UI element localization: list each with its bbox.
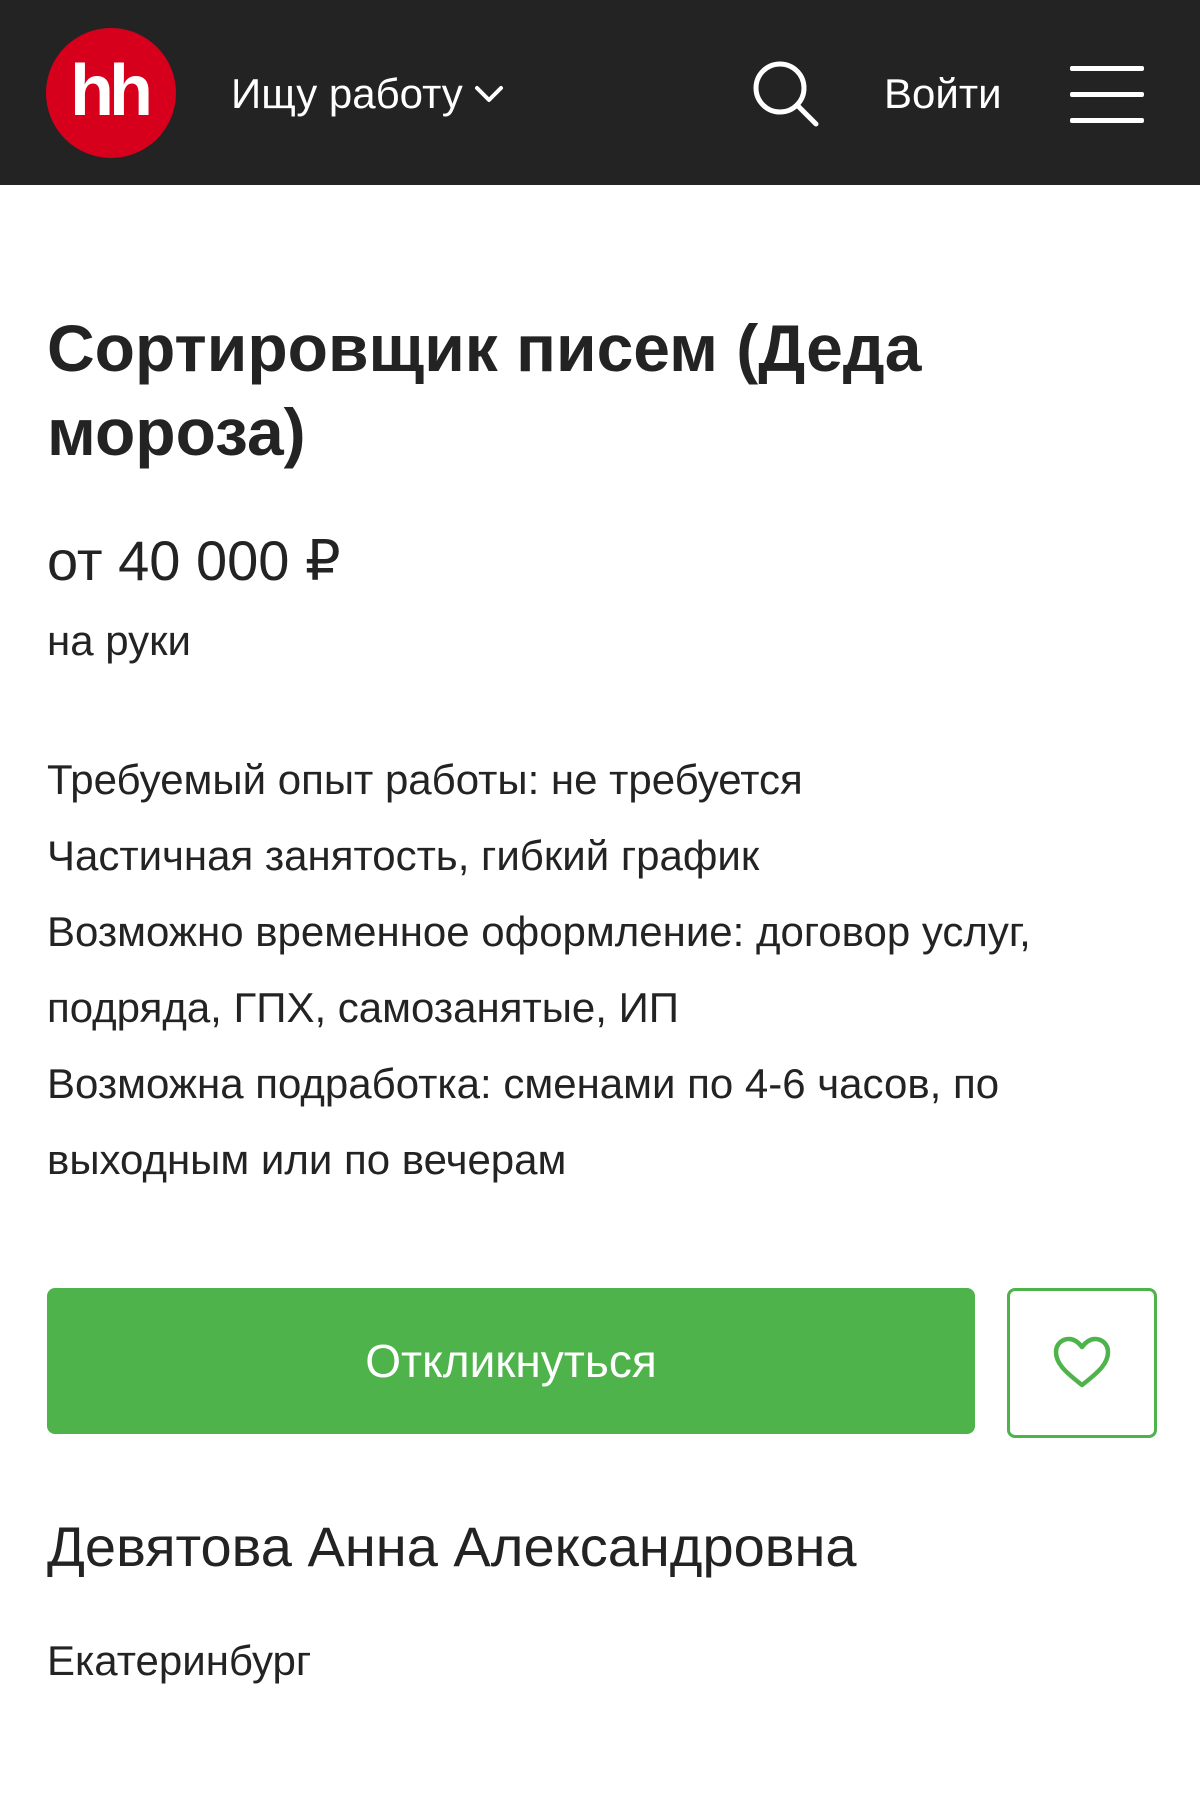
salary-note: на руки xyxy=(47,617,191,664)
employer-city: Екатеринбург xyxy=(47,1637,312,1684)
contract-type: Возможно временное оформление: договор у… xyxy=(47,908,1031,1031)
vacancy-details: Требуемый опыт работы: не требуется Част… xyxy=(47,742,1147,1198)
search-button[interactable] xyxy=(750,58,820,128)
experience-requirement: Требуемый опыт работы: не требуется xyxy=(47,756,803,803)
favorite-button[interactable] xyxy=(1007,1288,1157,1438)
menu-bar xyxy=(1070,92,1144,97)
employer-name[interactable]: Девятова Анна Александровна xyxy=(47,1512,857,1582)
role-dropdown-label: Ищу работу xyxy=(231,70,463,117)
salary: от 40 000 ₽ xyxy=(47,529,341,592)
login-link[interactable]: Войти xyxy=(884,64,1002,124)
role-dropdown[interactable]: Ищу работу xyxy=(231,62,505,126)
hamburger-menu-icon xyxy=(1070,66,1144,71)
heart-icon xyxy=(1053,1336,1111,1388)
part-time-info: Возможна подработка: сменами по 4-6 часо… xyxy=(47,1060,1000,1183)
top-header: hh Ищу работу Войти xyxy=(0,0,1200,185)
logo-text: hh xyxy=(70,51,153,131)
chevron-down-icon xyxy=(474,86,503,102)
vacancy-title: Сортировщик писем (Деда мороза) xyxy=(47,311,922,469)
search-icon xyxy=(753,61,819,127)
apply-button[interactable]: Откликнуться xyxy=(47,1288,975,1434)
hamburger-menu-button[interactable] xyxy=(1070,62,1144,126)
menu-bar xyxy=(1070,118,1144,123)
employment-type: Частичная занятость, гибкий график xyxy=(47,832,760,879)
hh-logo[interactable]: hh xyxy=(46,28,176,158)
